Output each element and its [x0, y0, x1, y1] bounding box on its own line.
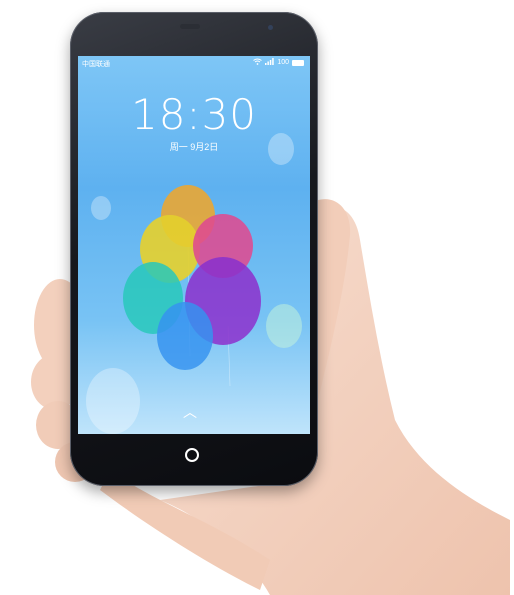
battery-icon: [292, 59, 304, 66]
lock-screen[interactable]: 中国联通 100 18:30 周一 9月2日 ︿: [78, 56, 310, 434]
battery-percent: 100: [277, 59, 289, 66]
smartphone: 中国联通 100 18:30 周一 9月2日 ︿: [70, 12, 318, 486]
status-icons: 100: [253, 58, 304, 67]
carrier-label: 中国联通: [82, 61, 110, 68]
lockscreen-date: 周一 9月2日: [169, 142, 219, 152]
chevron-up-icon[interactable]: ︿: [183, 402, 197, 422]
earpiece: [180, 24, 200, 29]
home-button[interactable]: [185, 448, 199, 462]
signal-icon: [265, 58, 275, 67]
lockscreen-clock: 18:30: [130, 90, 258, 139]
status-bar: 中国联通 100: [78, 56, 310, 70]
wifi-icon: [253, 58, 263, 67]
front-camera-icon: [268, 25, 273, 30]
